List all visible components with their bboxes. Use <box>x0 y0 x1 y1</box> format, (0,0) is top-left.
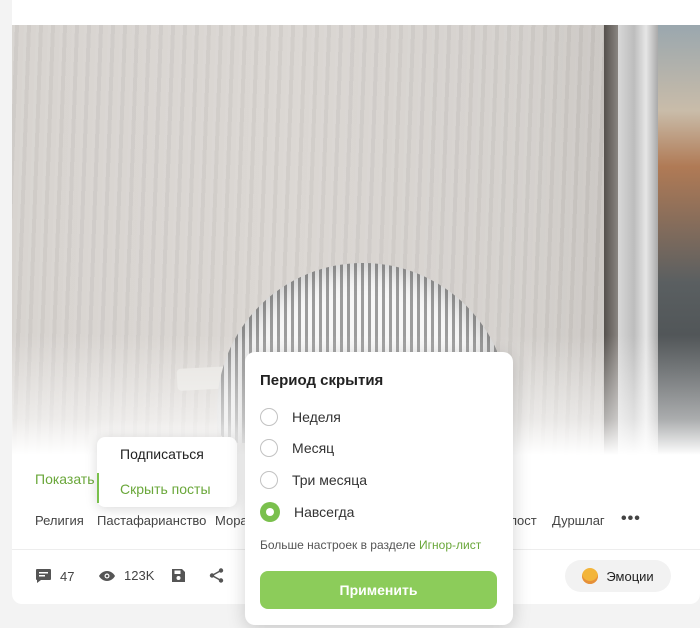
radio-button[interactable] <box>260 439 278 457</box>
option-three-months[interactable]: Три месяца <box>260 471 367 489</box>
author-menu: Подписаться Скрыть посты <box>97 437 237 507</box>
tag-religion[interactable]: Религия <box>35 513 84 528</box>
radio-button-checked[interactable] <box>260 502 280 522</box>
active-indicator <box>97 473 99 503</box>
views-stat: 123K <box>98 568 154 583</box>
tag-post[interactable]: пост <box>510 513 537 528</box>
share-button[interactable] <box>209 568 224 583</box>
share-icon <box>209 568 224 583</box>
option-label: Месяц <box>292 440 335 456</box>
comments-count: 47 <box>60 568 75 584</box>
ignore-list-note: Больше настроек в разделе Игнор-лист <box>260 538 481 552</box>
tag-partial[interactable]: Мора <box>215 513 248 528</box>
note-text: Больше настроек в разделе <box>260 538 420 552</box>
hide-posts-item[interactable]: Скрыть посты <box>120 481 211 497</box>
hide-period-popup: Период скрытия Неделя Месяц Три месяца Н… <box>245 352 513 625</box>
views-count: 123K <box>124 568 155 583</box>
option-label: Три месяца <box>292 472 368 488</box>
tag-pastafarianism[interactable]: Пастафарианство <box>97 513 206 528</box>
comments-stat[interactable]: 47 <box>35 568 74 584</box>
save-button[interactable] <box>171 568 186 583</box>
radio-button[interactable] <box>260 471 278 489</box>
option-label: Неделя <box>292 409 341 425</box>
comment-icon <box>36 569 51 583</box>
option-month[interactable]: Месяц <box>260 439 334 457</box>
emotions-label: Эмоции <box>606 568 654 584</box>
emoji-icon <box>582 568 599 584</box>
show-more-link[interactable]: Показать <box>35 471 95 487</box>
option-forever[interactable]: Навсегда <box>260 502 354 522</box>
ignore-list-link[interactable]: Игнор-лист <box>419 538 481 552</box>
save-icon <box>172 569 185 582</box>
more-options-button[interactable]: ••• <box>621 510 641 528</box>
emotions-button[interactable]: Эмоции <box>565 560 671 592</box>
option-label: Навсегда <box>294 504 355 520</box>
apply-button[interactable]: Применить <box>260 571 497 609</box>
tag-colander[interactable]: Дуршлаг <box>552 513 605 528</box>
popup-title: Период скрытия <box>260 372 384 389</box>
option-week[interactable]: Неделя <box>260 408 341 426</box>
subscribe-item[interactable]: Подписаться <box>120 446 204 462</box>
radio-button[interactable] <box>260 408 278 426</box>
eye-icon <box>99 570 115 581</box>
